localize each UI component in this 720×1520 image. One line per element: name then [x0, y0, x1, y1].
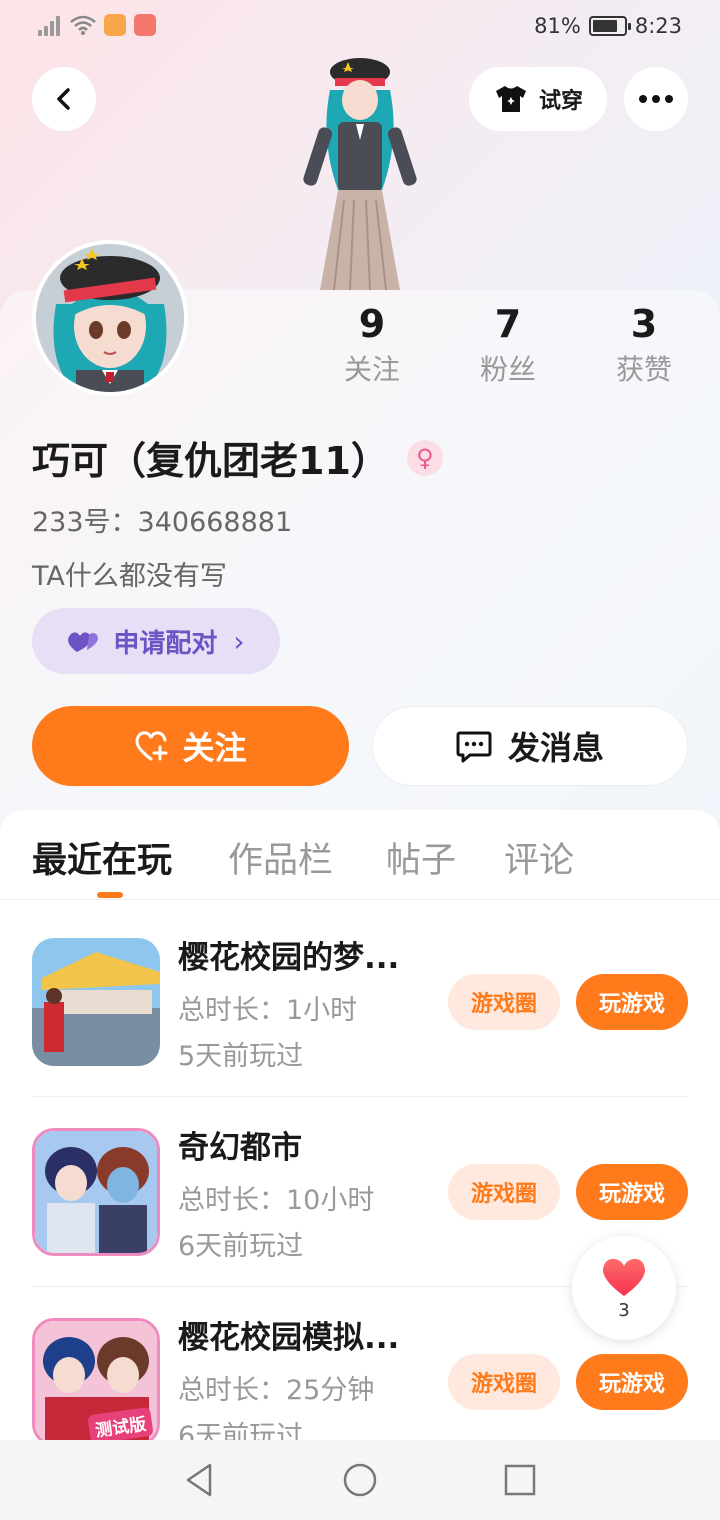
heart-icon: [602, 1258, 646, 1296]
username-row: 巧可（复仇团老11） ♀: [32, 430, 443, 485]
profile-stats: 9 关注 7 粉丝 3 获赞: [0, 300, 720, 400]
game-circle-button[interactable]: 游戏圈: [448, 1354, 560, 1410]
app-notification-icon: [104, 14, 126, 36]
list-item[interactable]: 樱花校园的梦... 总时长：1小时 5天前玩过 游戏圈 玩游戏: [32, 938, 688, 1128]
request-pair-label: 申请配对: [113, 628, 218, 659]
chat-bubble-icon: [456, 731, 492, 763]
following-count: 9: [358, 302, 386, 346]
tab-works[interactable]: 作品栏: [228, 832, 333, 883]
likes-count: 3: [630, 302, 658, 346]
tab-comments[interactable]: 评论: [504, 832, 574, 883]
double-heart-icon: [68, 632, 99, 652]
game-icon: [32, 938, 160, 1066]
female-icon: ♀: [406, 439, 443, 476]
game-last-played: 6天前玩过: [178, 1231, 304, 1262]
followers-label: 粉丝: [479, 353, 536, 386]
clock: 8:23: [634, 14, 682, 38]
more-options-button[interactable]: [624, 67, 688, 131]
game-icon: 测试版: [32, 1318, 160, 1440]
game-duration: 总时长：1小时: [178, 995, 358, 1026]
nav-home-icon[interactable]: [340, 1460, 380, 1500]
chevron-right-icon: ›: [233, 624, 245, 658]
chevron-left-icon: [57, 88, 70, 110]
username: 巧可（复仇团老11）: [32, 439, 389, 483]
tab-recently-played[interactable]: 最近在玩: [32, 832, 172, 883]
follow-label: 关注: [182, 729, 247, 767]
followers-stat[interactable]: 7 粉丝: [448, 300, 568, 392]
send-message-label: 发消息: [507, 729, 604, 767]
send-message-button[interactable]: 发消息: [372, 706, 688, 786]
signal-icon: [38, 14, 62, 36]
battery-percent: 81%: [534, 14, 581, 38]
tshirt-icon: [495, 86, 526, 112]
game-title: 樱花校园的梦...: [178, 940, 400, 976]
try-on-button[interactable]: 试穿: [469, 67, 607, 131]
try-on-label: 试穿: [538, 89, 583, 114]
system-nav-bar: [0, 1440, 720, 1520]
battery-icon: [588, 16, 631, 36]
game-icon: [32, 1128, 160, 1256]
like-count: 3: [618, 1299, 630, 1321]
request-pair-button[interactable]: 申请配对 ›: [32, 608, 280, 674]
following-stat[interactable]: 9 关注: [312, 300, 432, 392]
more-dots-icon: [639, 95, 673, 103]
game-duration: 总时长：10小时: [178, 1185, 375, 1216]
nav-recents-icon[interactable]: [500, 1460, 540, 1500]
game-last-played: 6天前玩过: [178, 1421, 304, 1440]
status-bar: 81% 8:23: [0, 0, 720, 56]
avatar-full-body: [303, 58, 417, 291]
bio: TA什么都没有写: [32, 561, 227, 592]
follow-button[interactable]: 关注: [32, 706, 349, 786]
game-circle-button[interactable]: 游戏圈: [448, 1164, 560, 1220]
likes-stat[interactable]: 3 获赞: [584, 300, 704, 392]
game-title: 樱花校园模拟...: [178, 1320, 400, 1356]
play-game-button[interactable]: 玩游戏: [576, 974, 688, 1030]
like-floating-button[interactable]: 3: [572, 1236, 676, 1340]
user-id: 233号：340668881: [32, 507, 293, 538]
list-item[interactable]: 测试版 樱花校园模拟... 总时长：25分钟 6天前玩过 游戏圈 玩游戏: [32, 1318, 688, 1440]
likes-label: 获赞: [615, 353, 672, 386]
game-last-played: 5天前玩过: [178, 1041, 304, 1072]
play-game-button[interactable]: 玩游戏: [576, 1354, 688, 1410]
nav-back-icon[interactable]: [180, 1460, 220, 1500]
following-label: 关注: [343, 353, 400, 386]
game-duration: 总时长：25分钟: [178, 1375, 375, 1406]
tab-indicator: [97, 892, 123, 898]
game-circle-button[interactable]: 游戏圈: [448, 974, 560, 1030]
back-button[interactable]: [32, 67, 96, 131]
followers-count: 7: [494, 302, 522, 346]
tab-bar: 最近在玩 作品栏 帖子 评论: [0, 810, 720, 900]
heart-plus-icon: [135, 731, 168, 761]
app-notification-icon: [134, 14, 156, 36]
game-title: 奇幻都市: [178, 1130, 302, 1166]
wifi-icon: [70, 15, 96, 35]
divider: [32, 1096, 688, 1097]
play-game-button[interactable]: 玩游戏: [576, 1164, 688, 1220]
tab-posts[interactable]: 帖子: [386, 832, 456, 883]
